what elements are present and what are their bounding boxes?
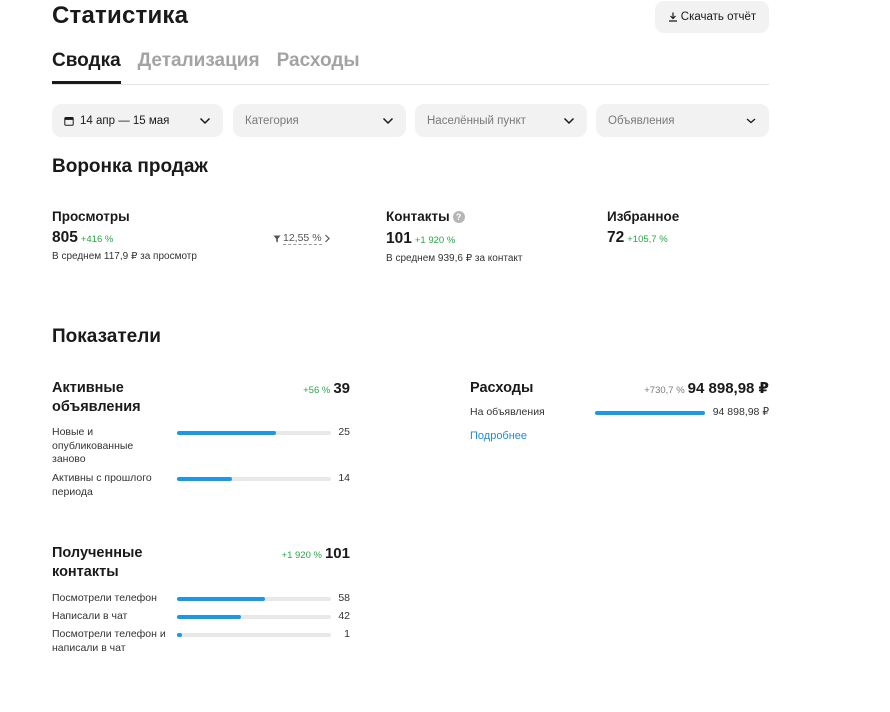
tabs-divider [52,84,769,85]
filter-icon [273,235,281,242]
download-report-label: Скачать отчёт [680,11,757,23]
active-ads-title: Активные объявления [52,380,141,415]
chevron-right-icon [324,234,330,243]
conversion-value: 12,55 % [283,232,322,245]
bar-fill [177,477,233,481]
download-icon [668,12,677,22]
chevron-down-icon [563,117,575,124]
received-contacts-delta: +1 920 % [281,550,322,561]
contacts-delta: +1 920 % [414,235,456,246]
row-value: 14 [338,472,350,484]
category-select[interactable]: Категория [233,104,406,137]
expenses-amount: 94 898,98 ₽ [687,380,769,397]
views-average: В среднем 117,9 ₽ за просмотр [52,251,197,262]
conversion-rate[interactable]: 12,55 % [273,232,331,245]
chevron-down-icon [199,117,211,124]
contacts-count: 101 [386,230,412,247]
chevron-down-icon [382,117,394,124]
row-value: 94 898,98 ₽ [712,406,769,418]
location-select[interactable]: Населённый пункт [415,104,587,137]
row-label: Посмотрели телефон и написали в чат [52,628,166,654]
row-label: Написали в чат [52,610,128,622]
tab-details[interactable]: Детализация [138,50,260,84]
row-label: На объявления [470,406,545,418]
row-value: 42 [338,610,350,622]
help-icon[interactable]: ? [452,211,465,223]
calendar-icon [64,116,74,126]
contacts-average: В среднем 939,6 ₽ за контакт [386,253,523,264]
expenses-total: +730,7 % 94 898,98 ₽ [580,379,769,397]
ads-placeholder: Объявления [608,114,675,127]
active-ads-count: 39 [333,380,350,397]
tab-summary[interactable]: Сводка [52,50,121,84]
ads-select[interactable]: Объявления [596,104,769,137]
date-range-select[interactable]: 14 апр — 15 мая [52,104,223,137]
received-contacts-total: +1 920 % 101 [230,545,350,562]
received-contacts-title: Полученные контакты [52,545,143,580]
indicators-title: Показатели [52,326,161,347]
views-count: 805 [52,229,78,246]
category-placeholder: Категория [245,114,299,127]
more-details-link[interactable]: Подробнее [470,430,527,442]
row-value: 58 [338,592,350,604]
date-range-value: 14 апр — 15 мая [80,114,170,127]
favorites-count: 72 [607,229,625,246]
contacts-label-text: Контакты [386,209,450,224]
bar-fill [177,597,266,601]
row-value: 25 [338,426,350,438]
row-label: Новые и опубликованные заново [52,426,134,465]
expenses-delta: +730,7 % [644,385,685,396]
download-report-button[interactable]: Скачать отчёт [655,1,769,33]
chevron-down-icon [746,118,756,123]
tab-expenses[interactable]: Расходы [277,50,360,84]
bar-fill [177,615,242,619]
favorites-delta: +105,7 % [627,234,668,245]
location-placeholder: Населённый пункт [427,114,526,127]
row-value: 1 [344,628,350,640]
active-ads-total: +56 % 39 [230,380,350,397]
bar-fill [177,633,182,637]
views-label: Просмотры [52,209,130,224]
favorites-value: 72 +105,7 % [607,229,668,247]
row-label: Посмотрели телефон [52,592,157,604]
row-label: Активны с прошлого периода [52,472,152,498]
expenses-title: Расходы [470,380,534,396]
contacts-label: Контакты? [386,209,465,224]
views-delta: +416 % [80,234,114,245]
page-title: Статистика [52,2,189,29]
funnel-title: Воронка продаж [52,156,208,177]
views-value: 805 +416 % [52,229,113,247]
tabs: Сводка Детализация Расходы [52,50,360,84]
contacts-value: 101 +1 920 % [386,230,455,248]
bar-fill [177,431,276,435]
received-contacts-count: 101 [324,545,350,562]
active-ads-delta: +56 % [303,385,331,396]
favorites-label: Избранное [607,209,680,224]
